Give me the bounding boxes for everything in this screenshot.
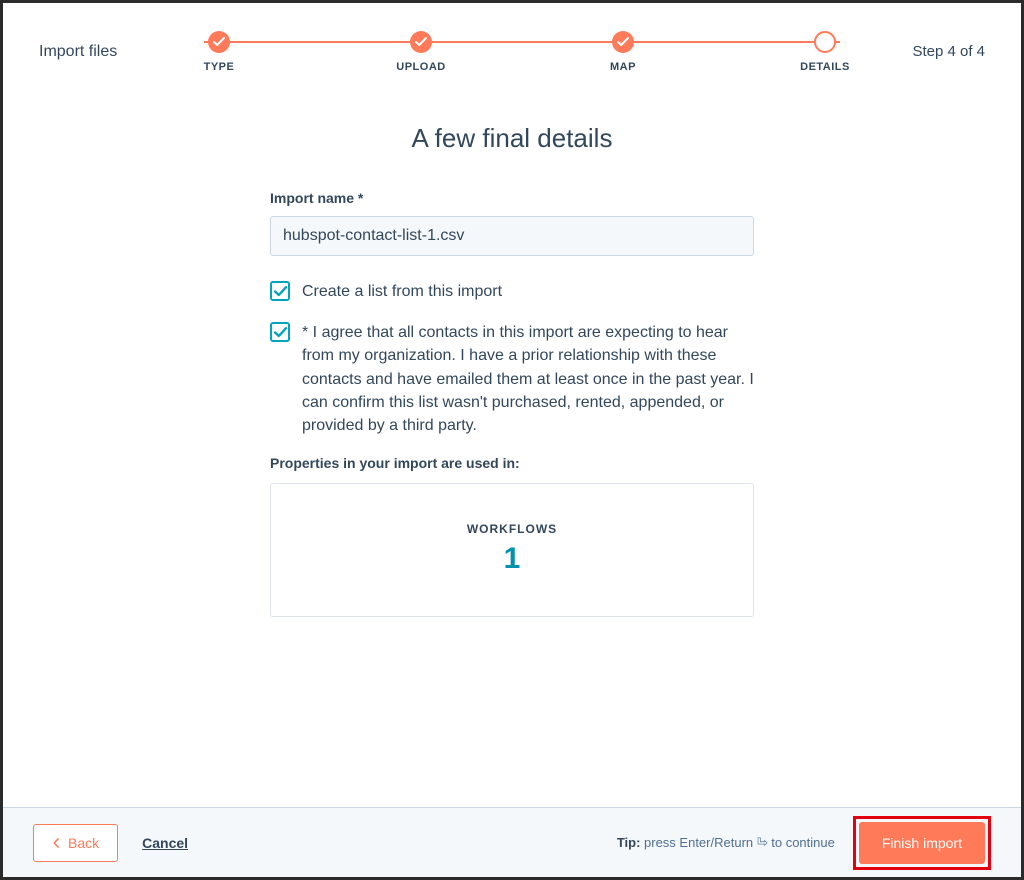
- consent-checkbox[interactable]: [270, 322, 290, 342]
- step-map[interactable]: MAP: [593, 31, 653, 73]
- import-name-label: Import name *: [270, 190, 754, 206]
- page-title: Import files: [39, 23, 189, 61]
- check-icon: [612, 31, 634, 53]
- step-indicator: Step 4 of 4: [855, 23, 985, 60]
- cancel-link[interactable]: Cancel: [142, 835, 188, 851]
- usage-title: WORKFLOWS: [271, 522, 753, 536]
- step-label: TYPE: [204, 61, 235, 73]
- consent-label: * I agree that all contacts in this impo…: [302, 321, 754, 437]
- usage-count[interactable]: 1: [271, 542, 753, 576]
- progress-steps: TYPE UPLOAD MAP DETAILS: [189, 31, 855, 73]
- main-content: A few final details Import name * Create…: [3, 83, 1021, 617]
- create-list-checkbox[interactable]: [270, 281, 290, 301]
- step-details[interactable]: DETAILS: [795, 31, 855, 73]
- step-upload[interactable]: UPLOAD: [391, 31, 451, 73]
- consent-row[interactable]: * I agree that all contacts in this impo…: [270, 321, 754, 437]
- create-list-row[interactable]: Create a list from this import: [270, 280, 754, 303]
- finish-import-button[interactable]: Finish import: [859, 822, 985, 864]
- step-label: UPLOAD: [396, 61, 445, 73]
- tip-suffix: to continue: [768, 835, 835, 850]
- step-label: DETAILS: [800, 61, 850, 73]
- return-icon: ⏎: [757, 835, 768, 851]
- tip-body: press Enter/Return: [640, 835, 756, 850]
- usage-box: WORKFLOWS 1: [270, 483, 754, 617]
- tip-prefix: Tip:: [617, 835, 641, 850]
- usage-heading: Properties in your import are used in:: [270, 455, 754, 471]
- tip-text: Tip: press Enter/Return ⏎ to continue: [617, 835, 835, 851]
- back-button[interactable]: Back: [33, 824, 118, 862]
- finish-highlight: Finish import: [853, 816, 991, 870]
- wizard-footer: Back Cancel Tip: press Enter/Return ⏎ to…: [3, 807, 1021, 877]
- import-name-input[interactable]: [270, 216, 754, 256]
- page-heading: A few final details: [412, 123, 613, 154]
- step-type[interactable]: TYPE: [189, 31, 249, 73]
- step-label: MAP: [610, 61, 636, 73]
- chevron-left-icon: [52, 838, 60, 848]
- wizard-header: Import files TYPE UPLOAD MAP: [3, 3, 1021, 83]
- progress-tracker: TYPE UPLOAD MAP DETAILS: [189, 23, 855, 73]
- current-step-icon: [814, 31, 836, 53]
- check-icon: [410, 31, 432, 53]
- back-label: Back: [68, 835, 99, 851]
- create-list-label: Create a list from this import: [302, 280, 502, 303]
- check-icon: [208, 31, 230, 53]
- details-form: Import name * Create a list from this im…: [270, 190, 754, 617]
